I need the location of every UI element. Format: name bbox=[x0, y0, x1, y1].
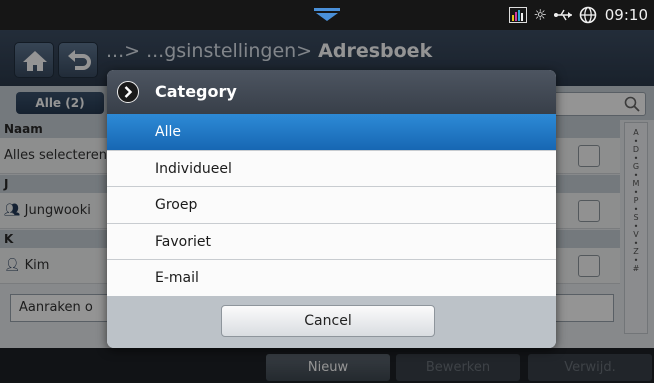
option-email[interactable]: E-mail bbox=[107, 260, 556, 297]
cancel-button[interactable]: Cancel bbox=[221, 305, 435, 337]
pulldown-handle-icon[interactable] bbox=[314, 8, 340, 22]
dialog-title: Category bbox=[155, 82, 237, 101]
usb-icon bbox=[553, 9, 572, 21]
dialog-footer: Cancel bbox=[107, 296, 556, 348]
option-alle[interactable]: Alle bbox=[107, 114, 556, 151]
category-options: Alle Individueel Groep Favoriet E-mail bbox=[107, 114, 556, 297]
category-dialog: Category Alle Individueel Groep Favoriet… bbox=[107, 70, 556, 348]
chevron-right-icon bbox=[117, 81, 139, 103]
eco-sun-icon: ☼ bbox=[533, 6, 547, 24]
network-globe-icon bbox=[579, 6, 597, 24]
clock: 09:10 bbox=[604, 6, 648, 24]
option-groep[interactable]: Groep bbox=[107, 187, 556, 224]
option-favoriet[interactable]: Favoriet bbox=[107, 223, 556, 260]
option-individueel[interactable]: Individueel bbox=[107, 150, 556, 187]
toner-level-icon bbox=[509, 7, 528, 23]
status-bar: ☼ 09:10 bbox=[0, 0, 654, 30]
dialog-header: Category bbox=[107, 70, 556, 114]
